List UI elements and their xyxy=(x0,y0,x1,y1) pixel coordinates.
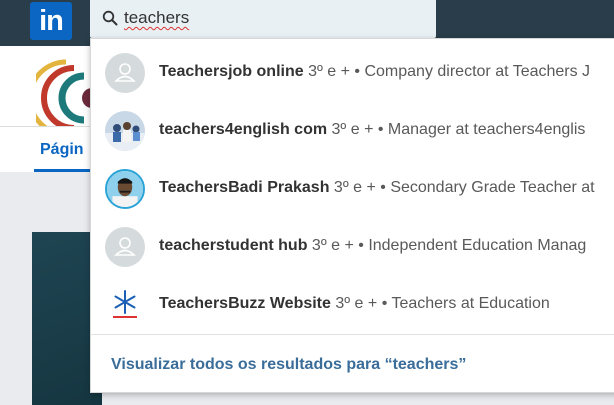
profile-photo xyxy=(105,169,145,209)
active-tab-indicator xyxy=(34,169,94,172)
result-separator: • xyxy=(381,295,388,312)
result-text: Teachersjob online 3º e + • Company dire… xyxy=(159,63,590,81)
search-box[interactable]: teachers xyxy=(90,0,436,38)
linkedin-logo[interactable]: in xyxy=(30,2,72,40)
result-name: teacherstudent hub xyxy=(159,237,308,254)
result-item[interactable]: teachers4english com 3º e + • Manager at… xyxy=(91,102,614,160)
result-text: TeachersBuzz Website 3º e + • Teachers a… xyxy=(159,295,550,313)
result-degree: 3º e + xyxy=(333,179,376,196)
result-separator: • xyxy=(377,121,384,138)
result-headline: Independent Education Manag xyxy=(368,237,587,254)
result-item[interactable]: TeachersBadi Prakash 3º e + • Secondary … xyxy=(91,160,614,218)
ghost-person-icon xyxy=(105,227,145,267)
result-item[interactable]: TeachersBuzz Website 3º e + • Teachers a… xyxy=(91,276,614,334)
result-separator: • xyxy=(354,63,361,80)
result-degree: 3º e + xyxy=(311,237,354,254)
result-separator: • xyxy=(380,179,386,196)
search-typeahead-dropdown: Teachersjob online 3º e + • Company dire… xyxy=(90,38,614,393)
result-text: teacherstudent hub 3º e + • Independent … xyxy=(159,237,586,255)
result-headline: Company director at Teachers J xyxy=(364,63,591,80)
snowflake-logo-icon xyxy=(105,285,145,325)
result-degree: 3º e + xyxy=(335,295,378,312)
divider xyxy=(91,334,614,335)
result-name: TeachersBuzz Website xyxy=(159,295,331,312)
result-name: Teachersjob online xyxy=(159,63,304,80)
result-separator: • xyxy=(358,237,364,254)
search-input[interactable]: teachers xyxy=(124,8,189,28)
result-item[interactable]: Teachersjob online 3º e + • Company dire… xyxy=(91,44,614,102)
result-item[interactable]: teacherstudent hub 3º e + • Independent … xyxy=(91,218,614,276)
result-headline: Manager at teachers4englis xyxy=(387,121,586,138)
search-icon xyxy=(102,10,118,26)
result-degree: 3º e + xyxy=(308,63,350,80)
result-degree: 3º e + xyxy=(331,121,374,138)
result-name: teachers4english com xyxy=(159,121,328,138)
result-text: teachers4english com 3º e + • Manager at… xyxy=(159,121,585,139)
result-headline: Teachers at Education xyxy=(391,295,550,312)
tab-page[interactable]: Págin xyxy=(40,141,84,159)
profile-photo xyxy=(105,111,145,151)
result-headline: Secondary Grade Teacher at xyxy=(390,179,595,196)
ghost-person-icon xyxy=(105,53,145,93)
result-text: TeachersBadi Prakash 3º e + • Secondary … xyxy=(159,179,595,197)
result-name: TeachersBadi Prakash xyxy=(159,179,330,196)
see-all-results-link[interactable]: Visualizar todos os resultados para “tea… xyxy=(111,356,466,374)
